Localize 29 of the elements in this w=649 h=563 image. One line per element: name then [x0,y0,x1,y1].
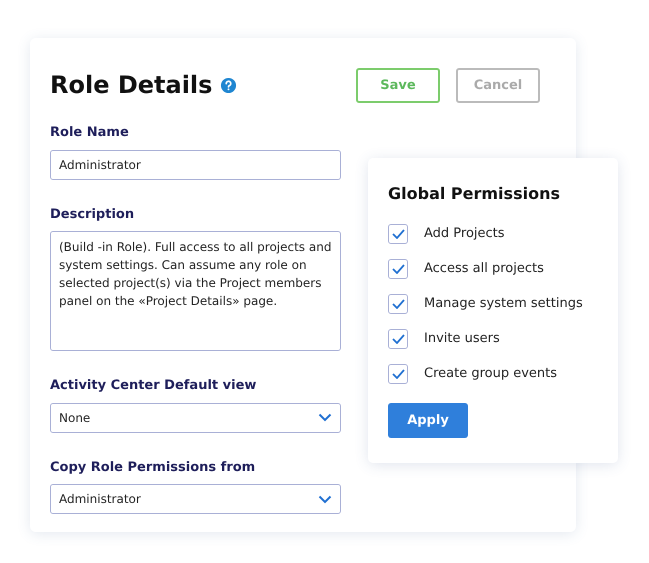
permission-label: Invite users [424,330,500,348]
field-label: Role Name [50,124,129,142]
dropdown[interactable]: Administrator [50,484,341,514]
check-icon [392,299,404,309]
checkbox[interactable] [388,259,408,279]
check-icon [392,369,404,379]
permission-label: Create group events [424,365,558,384]
apply-button[interactable]: Apply [388,403,468,438]
description-field[interactable]: (Build -in Role). Full access to all projects and system settings. Can assume any role on selected project(s) via the Project members panel on the «Project Details» page. [50,231,341,351]
field-label: Activity Center Default view [50,377,256,395]
checkbox[interactable] [388,364,408,384]
chevron-down-icon [318,494,332,504]
help-icon[interactable] [220,76,238,94]
permission-label: Add Projects [424,225,505,244]
field-label: Copy Role Permissions from [50,458,256,476]
page-title: Role Details [50,71,212,100]
check-icon [392,334,404,344]
check-icon [392,229,404,239]
dropdown[interactable]: None [50,402,341,432]
panel-title: Global Permissions [388,183,561,205]
permission-label: Access all projects [424,260,544,278]
checkbox[interactable] [388,294,408,314]
field-label: Description [50,206,134,224]
input-field[interactable]: Administrator [50,150,341,180]
permission-label: Manage system settings [424,295,583,314]
checkbox[interactable] [388,224,408,244]
checkbox[interactable] [388,329,408,349]
check-icon [392,264,404,274]
chevron-down-icon [318,413,332,422]
